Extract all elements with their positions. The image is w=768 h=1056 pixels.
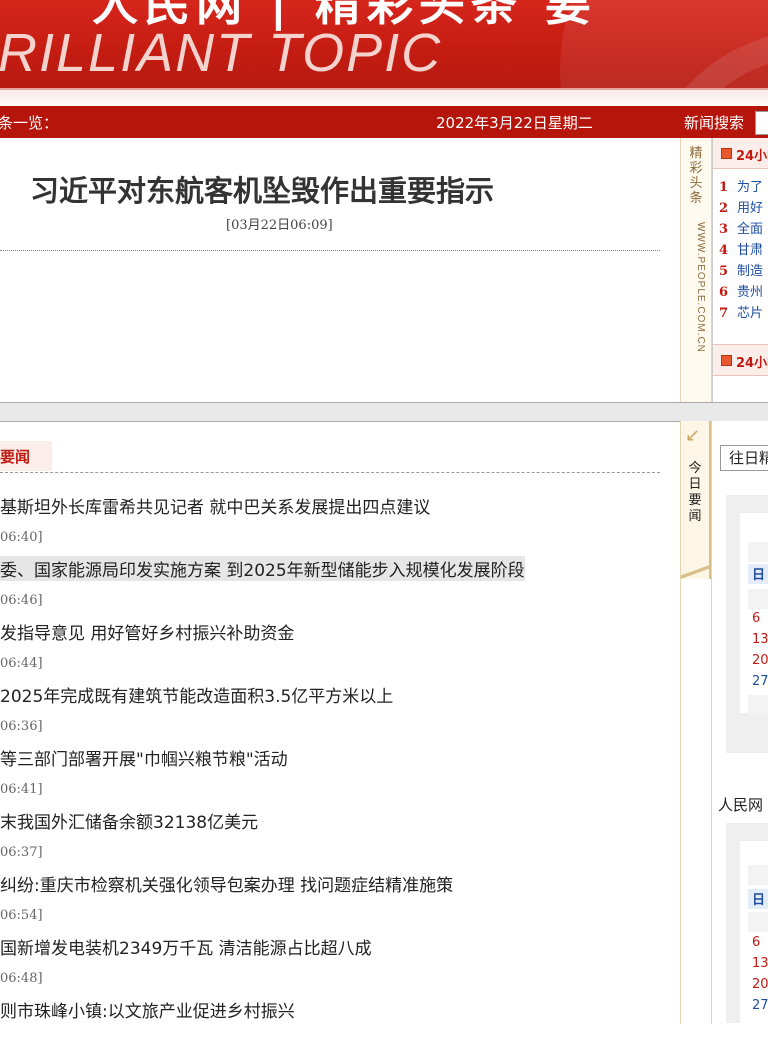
square-bullet-icon (721, 148, 732, 159)
calendar-day[interactable]: 6 (748, 935, 768, 955)
news-item: 末我国外汇储备余额32138亿美元 06:37] (0, 804, 680, 867)
rank-number: 2 (719, 201, 729, 216)
news-item: 发指导意见 用好管好乡村振兴补助资金 06:44] (0, 615, 680, 678)
rank-header: 24小时 (713, 138, 768, 169)
news-item: 等三部门部署开展"巾帼兴粮节粮"活动 06:41] (0, 741, 680, 804)
banner-title-en: RILLIANT TOPIC (0, 23, 443, 83)
rank-link[interactable]: 芯片 (737, 306, 763, 321)
vertical-brand-bar: 精彩头条 WWW.PEOPLE.COM.CN (680, 138, 712, 402)
news-time: 06:44] (0, 656, 43, 671)
calendar-day[interactable]: 20 (748, 653, 768, 673)
news-link[interactable]: 2025年完成既有建筑节能改造面积3.5亿平方米以上 (0, 682, 393, 707)
rank-link[interactable]: 用好 (737, 201, 763, 216)
rank-number: 6 (719, 285, 729, 300)
rank-item[interactable]: 6 贵州 (719, 281, 768, 302)
rank-number: 1 (719, 180, 729, 195)
calendar-blank-row (748, 865, 768, 885)
site-banner: 人民网 | 精彩头条 要 RILLIANT TOPIC (0, 0, 768, 88)
section-tab: 要闻 (0, 441, 52, 471)
news-link[interactable]: 委、国家能源局印发实施方案 到2025年新型储能步入规模化发展阶段 (0, 556, 525, 581)
square-bullet-icon (721, 355, 732, 366)
rank-link[interactable]: 制造 (737, 264, 763, 279)
news-time: 06:36] (0, 719, 43, 734)
calendar-blank-row (748, 589, 768, 609)
news-link[interactable]: 基斯坦外长库雷希共见记者 就中巴关系发展提出四点建议 (0, 493, 430, 518)
news-time: 06:37] (0, 845, 43, 860)
calendar-day[interactable]: 6 (748, 611, 768, 631)
calendar-header: 日 (748, 889, 768, 909)
headline-list-label: 条一览： (0, 114, 59, 132)
nav-bar: 条一览： 2022年3月22日星期二 新闻搜索 (0, 106, 768, 138)
ribbon-tail (681, 553, 709, 583)
calendar-day[interactable]: 27 (748, 674, 768, 694)
news-link[interactable]: 则市珠峰小镇:以文旅产业促进乡村振兴 (0, 997, 295, 1022)
vertical-brand-text: 精彩头条 (689, 146, 703, 206)
calendar-blank-row (748, 542, 768, 562)
calendar-day[interactable]: 27 (748, 998, 768, 1018)
arrow-down-left-icon: ↙ (685, 425, 701, 446)
today-news-label: 今日要闻 (688, 461, 702, 524)
rank-number: 3 (719, 222, 729, 237)
calendar-day[interactable]: 20 (748, 977, 768, 997)
headline-time: [03月22日06:09] (226, 218, 333, 233)
rank-item[interactable]: 3 全面 (719, 218, 768, 239)
news-link[interactable]: 等三部门部署开展"巾帼兴粮节粮"活动 (0, 745, 288, 770)
rank-link[interactable]: 全面 (737, 222, 763, 237)
news-link[interactable]: 国新增发电装机2349万千瓦 清洁能源占比超八成 (0, 934, 372, 959)
news-time: 06:41] (0, 782, 43, 797)
rank-number: 4 (719, 243, 729, 258)
news-search-input[interactable] (755, 111, 768, 135)
past-headlines-select[interactable]: 往日精 (720, 445, 768, 471)
section-divider (0, 402, 768, 422)
people-net-label: 人民网 (718, 796, 764, 814)
vertical-brand-url: WWW.PEOPLE.COM.CN (695, 222, 706, 353)
rank-number: 7 (719, 306, 729, 321)
rank-item[interactable]: 7 芯片 (719, 302, 768, 323)
dashed-divider (0, 472, 660, 473)
news-item: 2025年完成既有建筑节能改造面积3.5亿平方米以上 06:36] (0, 678, 680, 741)
calendar-blank-row (748, 695, 768, 715)
rank-item[interactable]: 2 用好 (719, 197, 768, 218)
headline-area: 习近平对东航客机坠毁作出重要指示 [03月22日06:09] (0, 138, 680, 402)
calendar-header: 日 (748, 564, 768, 584)
banner-bottom-strip (0, 88, 768, 108)
calendar-day[interactable]: 13 (748, 632, 768, 652)
rank-link[interactable]: 为了 (737, 180, 763, 195)
news-time: 06:46] (0, 593, 43, 608)
calendar-blank-row (748, 912, 768, 932)
news-link[interactable]: 纠纷:重庆市检察机关强化领导包案办理 找问题症结精准施策 (0, 871, 453, 896)
news-item: 基斯坦外长库雷希共见记者 就中巴关系发展提出四点建议 06:40] (0, 489, 680, 552)
rank-item[interactable]: 5 制造 (719, 260, 768, 281)
section-tab-label: 要闻 (0, 448, 31, 466)
dotted-divider (0, 250, 660, 251)
rank-list: 1 为了 2 用好 3 全面 4 甘肃 5 制造 6 贵州 7 芯片 (719, 176, 768, 323)
rank-item[interactable]: 4 甘肃 (719, 239, 768, 260)
rank-number: 5 (719, 264, 729, 279)
rank-title: 24小时 (736, 149, 768, 164)
news-link[interactable]: 末我国外汇储备余额32138亿美元 (0, 808, 258, 833)
news-item: 委、国家能源局印发实施方案 到2025年新型储能步入规模化发展阶段 06:46] (0, 552, 680, 615)
calendar-day[interactable]: 13 (748, 956, 768, 976)
headline-link[interactable]: 习近平对东航客机坠毁作出重要指示 (30, 168, 494, 210)
rank-link[interactable]: 甘肃 (737, 243, 763, 258)
news-item: 则市珠峰小镇:以文旅产业促进乡村振兴 (0, 993, 680, 1056)
news-search-label: 新闻搜索 (684, 114, 745, 132)
news-time: 06:48] (0, 971, 43, 986)
rank-header-2: 24小时 (713, 344, 768, 376)
news-list: 基斯坦外长库雷希共见记者 就中巴关系发展提出四点建议 06:40] 委、国家能源… (0, 489, 680, 1056)
news-link[interactable]: 发指导意见 用好管好乡村振兴补助资金 (0, 619, 294, 644)
rank-panel: 24小时 1 为了 2 用好 3 全面 4 甘肃 5 制造 6 贵州 7 芯片 24小时 (712, 138, 768, 402)
news-time: 06:40] (0, 530, 43, 545)
rank-title-2: 24小时 (736, 356, 768, 371)
rank-link[interactable]: 贵州 (737, 285, 763, 300)
news-section: 要闻 基斯坦外长库雷希共见记者 就中巴关系发展提出四点建议 06:40] 委、国… (0, 421, 680, 1024)
news-item: 国新增发电装机2349万千瓦 清洁能源占比超八成 06:48] (0, 930, 680, 993)
current-date: 2022年3月22日星期二 (436, 114, 593, 132)
today-news-bar: ↙ 今日要闻 (680, 421, 712, 1024)
rank-item[interactable]: 1 为了 (719, 176, 768, 197)
news-time: 06:54] (0, 908, 43, 923)
news-item: 纠纷:重庆市检察机关强化领导包案办理 找问题症结精准施策 06:54] (0, 867, 680, 930)
right-column: 往日精 日 6 13 20 27 人民网 日 6 13 20 27 (712, 421, 768, 1031)
